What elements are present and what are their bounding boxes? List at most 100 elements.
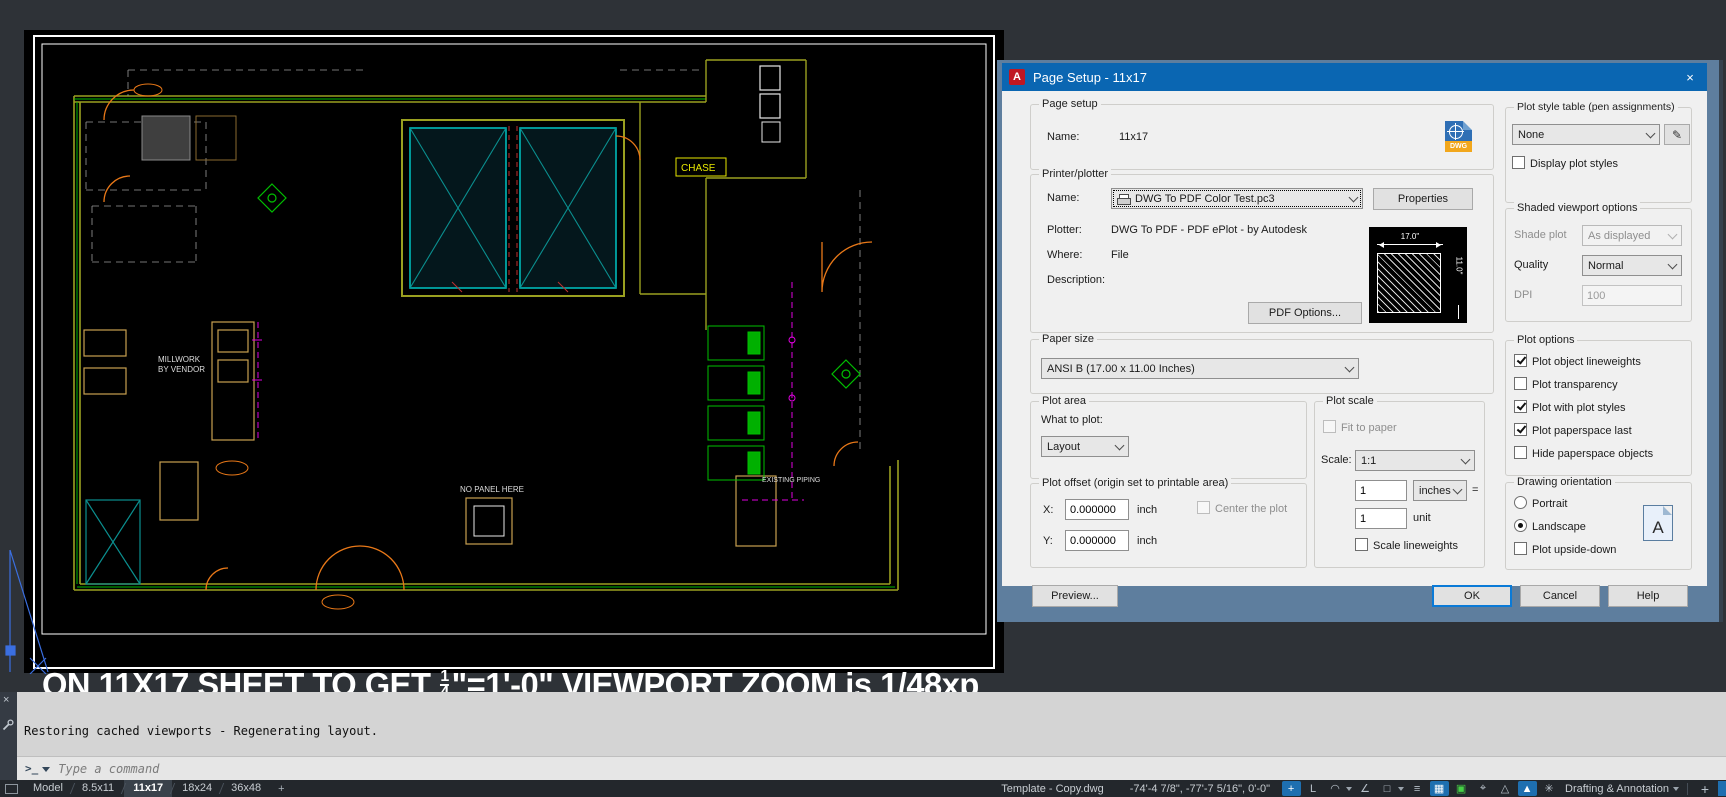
display-plot-styles-checkbox[interactable] [1512,156,1525,169]
status-divider [1687,782,1688,795]
recent-commands-icon[interactable] [42,766,51,776]
shaded-viewport-group: Shaded viewport options Shade plot As di… [1505,202,1692,322]
chevron-down-icon [1667,229,1678,239]
cursor-coordinates: -74'-4 7/8", -77'-7 5/16", 0'-0" [1129,782,1271,795]
command-input[interactable] [56,760,1726,777]
close-command-window-icon[interactable]: × [3,694,9,706]
plot-object-lineweights-label: Plot object lineweights [1532,356,1641,368]
command-line: Restoring cached viewports - Regeneratin… [24,724,379,738]
command-input-row: >_ [17,756,1726,780]
plot-style-combo[interactable]: None [1512,124,1660,145]
chevron-down-icon[interactable] [1645,128,1656,138]
annotation-visibility-icon[interactable]: △ [1496,781,1515,796]
crosshair-icon[interactable]: + [1696,781,1715,797]
help-button[interactable]: Help [1608,585,1688,607]
page-setup-name-value: 11x17 [1119,131,1149,143]
plotter-label: Plotter: [1047,224,1082,236]
lineweight-icon[interactable]: ≡ [1408,781,1427,796]
properties-button[interactable]: Properties [1373,188,1473,210]
where-value: File [1111,249,1129,261]
floor-plan-drawing: CHASE MILLWORK BY VENDOR NO PANEL HERE E… [5,30,1004,675]
y-unit-label: inch [1137,535,1158,547]
tab-model[interactable]: Model [24,780,72,797]
pdf-options-button[interactable]: PDF Options... [1248,302,1362,324]
osnap-target-icon[interactable]: ⌖ [1474,781,1493,796]
tab-8-5x11[interactable]: 8.5x11 [73,780,123,797]
scale-lineweights-checkbox[interactable] [1355,538,1368,551]
dialog-title: Page Setup - 11x17 [1033,69,1147,85]
plot-object-lineweights-checkbox[interactable] [1514,354,1527,367]
label-no-panel: NO PANEL HERE [460,485,524,494]
plot-transparency-checkbox[interactable] [1514,377,1527,390]
chevron-down-icon[interactable] [1452,484,1463,494]
drawing-units-input[interactable] [1355,508,1407,529]
plot-with-plot-styles-checkbox[interactable] [1514,400,1527,413]
gear-icon[interactable]: ✳ [1540,781,1559,796]
x-label: X: [1043,504,1054,516]
close-icon[interactable]: × [1673,63,1707,91]
clipped-status-icon[interactable] [1718,781,1726,796]
chevron-down-icon[interactable] [1344,362,1355,372]
plot-upside-down-checkbox[interactable] [1514,542,1527,555]
ortho-mode-icon[interactable]: L [1304,781,1323,796]
scale-lineweights-label: Scale lineweights [1373,540,1458,552]
paper-size-combo[interactable]: ANSI B (17.00 x 11.00 Inches) [1041,358,1359,379]
layout-quickview-icon[interactable] [5,783,18,794]
plot-offset-group: Plot offset (origin set to printable are… [1030,477,1307,568]
shade-plot-combo: As displayed [1582,225,1682,246]
annotation-autoscale-icon[interactable]: ▲ [1517,781,1537,796]
chevron-down-icon[interactable] [1460,454,1471,464]
dpi-input [1582,285,1682,306]
dpi-label: DPI [1514,289,1533,301]
plot-paperspace-last-checkbox[interactable] [1514,423,1527,436]
portrait-radio[interactable] [1514,496,1527,509]
edit-plot-style-button[interactable]: ✎ [1664,124,1690,145]
isometric-drafting-icon[interactable]: ∠ [1356,781,1375,796]
printer-name-combo[interactable]: DWG To PDF Color Test.pc3 [1111,188,1363,209]
label-millwork-2: BY VENDOR [158,365,205,374]
quality-combo[interactable]: Normal [1582,255,1682,276]
workspace-switcher[interactable]: Drafting & Annotation [1565,783,1669,795]
chevron-down-icon[interactable] [1348,192,1359,202]
paper-units-input[interactable] [1355,480,1407,501]
new-layout-icon[interactable]: + [270,783,292,795]
plot-paperspace-last-label: Plot paperspace last [1532,425,1632,437]
cancel-button[interactable]: Cancel [1520,585,1600,607]
drawing-viewport[interactable]: CHASE MILLWORK BY VENDOR NO PANEL HERE E… [0,30,1012,703]
units-combo[interactable]: inches [1413,480,1467,501]
tab-36x48[interactable]: 36x48 [222,780,270,797]
chevron-down-icon[interactable] [1346,787,1353,794]
status-bar: Model 8.5x11 11x17 18x24 36x48 + Templat… [0,780,1726,797]
landscape-label: Landscape [1532,521,1586,533]
chevron-down-icon[interactable] [1673,787,1679,794]
chevron-down-icon[interactable] [1114,440,1125,450]
y-offset-input[interactable] [1065,530,1129,551]
tab-18x24[interactable]: 18x24 [173,780,221,797]
hide-paperspace-objects-checkbox[interactable] [1514,446,1527,459]
tab-11x17[interactable]: 11x17 [124,780,173,797]
autocad-logo-icon: A [1009,69,1025,85]
transparency-icon[interactable]: ▦ [1429,781,1449,796]
preview-button[interactable]: Preview... [1032,585,1118,607]
polar-tracking-icon[interactable]: ◠ [1326,781,1345,796]
center-the-plot-label: Center the plot [1215,503,1288,515]
selection-cycling-icon[interactable]: ▣ [1452,781,1471,796]
shade-plot-label: Shade plot [1514,229,1567,241]
scale-combo[interactable]: 1:1 [1355,450,1475,471]
chevron-down-icon[interactable] [1667,259,1678,269]
landscape-radio[interactable] [1514,519,1527,532]
paper-size-group: Paper size ANSI B (17.00 x 11.00 Inches) [1030,333,1494,394]
ok-button[interactable]: OK [1432,585,1512,607]
what-to-plot-combo[interactable]: Layout [1041,436,1129,457]
fit-to-paper-label: Fit to paper [1341,422,1397,434]
dialog-title-bar[interactable]: A Page Setup - 11x17 × [1002,63,1707,91]
snap-mode-icon[interactable]: + [1281,781,1301,796]
x-offset-input[interactable] [1065,499,1129,520]
chevron-down-icon[interactable] [1398,787,1405,794]
wrench-icon[interactable] [2,718,14,736]
dwg-file-icon: DWG [1445,121,1472,152]
osnap-tracking-icon[interactable]: □ [1378,781,1397,796]
description-label: Description: [1047,274,1106,286]
plot-style-table-group: Plot style table (pen assignments) None … [1505,101,1692,203]
paper-preview-thumbnail: 17.0" 11.0" [1369,227,1467,323]
